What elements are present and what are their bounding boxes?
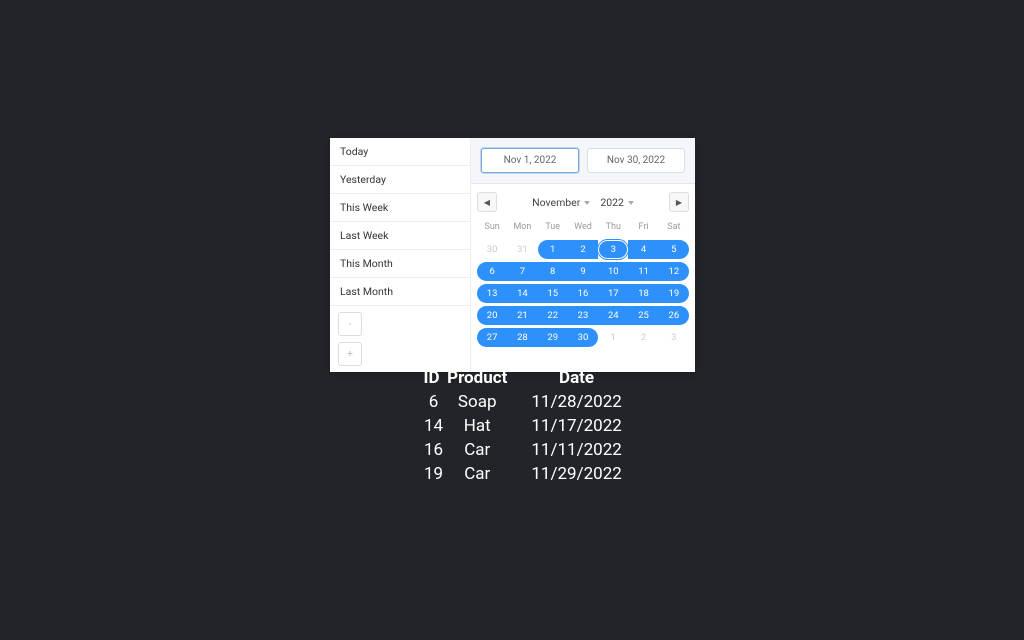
preset-this-week[interactable]: This Week bbox=[330, 194, 470, 222]
calendar-day[interactable]: 14 bbox=[507, 284, 537, 303]
calendar-day[interactable]: 22 bbox=[538, 306, 568, 325]
calendar-day[interactable]: 8 bbox=[538, 262, 568, 281]
calendar-day[interactable]: 11 bbox=[628, 262, 658, 281]
calendar-day[interactable]: 26 bbox=[659, 306, 689, 325]
weekday-header: SunMonTueWedThuFriSat bbox=[471, 216, 695, 236]
prev-month-button[interactable]: ◀ bbox=[477, 192, 497, 212]
weekday-label: Thu bbox=[598, 220, 628, 234]
preset-last-month[interactable]: Last Month bbox=[330, 278, 470, 306]
days-grid: 3031123456789101112131415161718192021222… bbox=[471, 236, 695, 358]
preset-list: TodayYesterdayThis WeekLast WeekThis Mon… bbox=[330, 138, 470, 372]
calendar-day[interactable]: 12 bbox=[659, 262, 689, 281]
calendar-day[interactable]: 30 bbox=[568, 328, 598, 347]
preset-last-week[interactable]: Last Week bbox=[330, 222, 470, 250]
start-date-input[interactable]: Nov 1, 2022 bbox=[481, 148, 579, 173]
table-row: 14Hat11/17/2022 bbox=[414, 414, 632, 438]
calendar-day[interactable]: 19 bbox=[659, 284, 689, 303]
calendar-day[interactable]: 6 bbox=[477, 262, 507, 281]
calendar-day[interactable]: 1 bbox=[598, 328, 628, 347]
calendar-day[interactable]: 20 bbox=[477, 306, 507, 325]
month-select[interactable]: November bbox=[532, 196, 590, 209]
calendar-day[interactable]: 27 bbox=[477, 328, 507, 347]
table-cell-date: 11/28/2022 bbox=[521, 390, 631, 414]
table-cell-date: 11/11/2022 bbox=[521, 438, 631, 462]
table-row: 19Car11/29/2022 bbox=[414, 462, 632, 486]
preset-this-month[interactable]: This Month bbox=[330, 250, 470, 278]
end-date-input[interactable]: Nov 30, 2022 bbox=[587, 148, 685, 173]
table-header: ID bbox=[414, 366, 445, 390]
calendar-day[interactable]: 16 bbox=[568, 284, 598, 303]
calendar-day[interactable]: 4 bbox=[628, 240, 658, 259]
calendar-day[interactable]: 7 bbox=[507, 262, 537, 281]
table-header: Date bbox=[521, 366, 631, 390]
weekday-label: Tue bbox=[538, 220, 568, 234]
calendar-day[interactable]: 21 bbox=[507, 306, 537, 325]
table-cell-id: 6 bbox=[414, 390, 445, 414]
table-cell-product: Car bbox=[445, 438, 521, 462]
calendar-day[interactable]: 1 bbox=[538, 240, 568, 259]
table-row: 6Soap11/28/2022 bbox=[414, 390, 632, 414]
table-cell-product: Soap bbox=[445, 390, 521, 414]
weekday-label: Mon bbox=[507, 220, 537, 234]
calendar-day[interactable]: 31 bbox=[507, 240, 537, 259]
calendar-panel: Nov 1, 2022 Nov 30, 2022 ◀ November 2022… bbox=[470, 138, 695, 372]
calendar-day[interactable]: 25 bbox=[628, 306, 658, 325]
preset-yesterday[interactable]: Yesterday bbox=[330, 166, 470, 194]
calendar-day[interactable]: 3 bbox=[659, 328, 689, 347]
weekday-label: Fri bbox=[628, 220, 658, 234]
calendar-day[interactable]: 2 bbox=[628, 328, 658, 347]
table-cell-product: Hat bbox=[445, 414, 521, 438]
table-cell-id: 16 bbox=[414, 438, 445, 462]
preset-add-button[interactable]: + bbox=[338, 342, 362, 366]
table-cell-date: 11/17/2022 bbox=[521, 414, 631, 438]
table-header: Product bbox=[445, 366, 521, 390]
preset-remove-button[interactable]: - bbox=[338, 312, 362, 336]
calendar-day[interactable]: 30 bbox=[477, 240, 507, 259]
calendar-day[interactable]: 9 bbox=[568, 262, 598, 281]
calendar-day[interactable]: 18 bbox=[628, 284, 658, 303]
calendar-day[interactable]: 15 bbox=[538, 284, 568, 303]
next-month-button[interactable]: ▶ bbox=[669, 192, 689, 212]
calendar-day[interactable]: 23 bbox=[568, 306, 598, 325]
calendar-day[interactable]: 24 bbox=[598, 306, 628, 325]
month-year-label: November 2022 bbox=[532, 196, 634, 209]
calendar-day[interactable]: 13 bbox=[477, 284, 507, 303]
weekday-label: Sun bbox=[477, 220, 507, 234]
calendar-day[interactable]: 17 bbox=[598, 284, 628, 303]
table-cell-id: 14 bbox=[414, 414, 445, 438]
calendar-day[interactable]: 29 bbox=[538, 328, 568, 347]
table-row: 16Car11/11/2022 bbox=[414, 438, 632, 462]
year-select[interactable]: 2022 bbox=[600, 196, 634, 209]
table-cell-product: Car bbox=[445, 462, 521, 486]
results-table: IDProductDate 6Soap11/28/202214Hat11/17/… bbox=[414, 366, 632, 486]
preset-today[interactable]: Today bbox=[330, 138, 470, 166]
calendar-day[interactable]: 5 bbox=[659, 240, 689, 259]
weekday-label: Sat bbox=[659, 220, 689, 234]
weekday-label: Wed bbox=[568, 220, 598, 234]
calendar-day[interactable]: 3 bbox=[598, 240, 628, 259]
table-cell-date: 11/29/2022 bbox=[521, 462, 631, 486]
date-range-picker: TodayYesterdayThis WeekLast WeekThis Mon… bbox=[330, 138, 695, 372]
calendar-day[interactable]: 28 bbox=[507, 328, 537, 347]
table-cell-id: 19 bbox=[414, 462, 445, 486]
calendar-day[interactable]: 10 bbox=[598, 262, 628, 281]
calendar-day[interactable]: 2 bbox=[568, 240, 598, 259]
